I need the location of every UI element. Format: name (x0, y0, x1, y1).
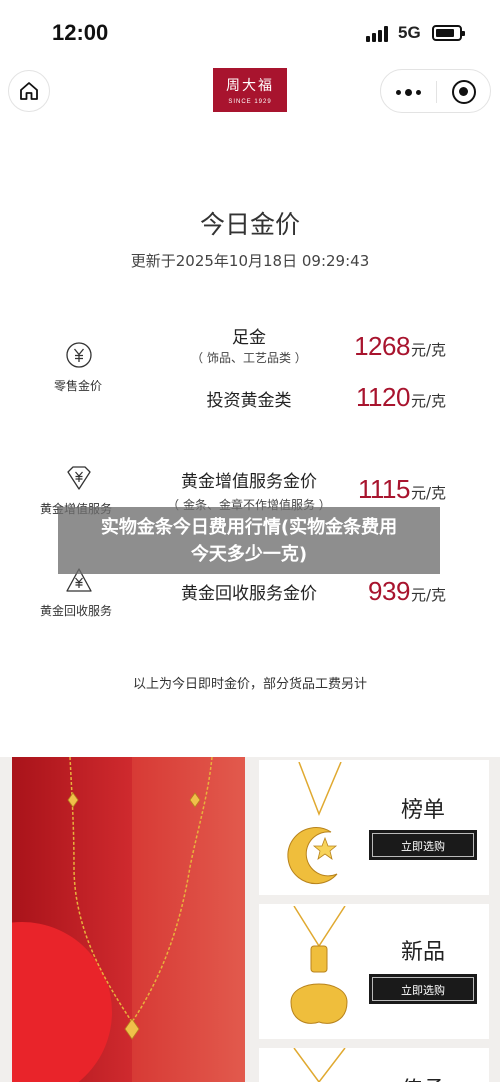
price-value: 1115元/克 (358, 474, 446, 505)
price-unit: 元/克 (410, 586, 446, 604)
battery-icon (432, 25, 465, 41)
price-unit: 元/克 (410, 341, 446, 359)
yuan-diamond-icon (67, 466, 91, 490)
home-icon (20, 82, 38, 100)
necklace-promo-image[interactable] (12, 757, 245, 1082)
card-title: 传承 (401, 1072, 445, 1082)
category-label-recycle: 黄金回收服务 (40, 604, 113, 618)
home-button[interactable] (8, 70, 50, 112)
update-time: 更新于2025年10月18日 09:29:43 (130, 252, 370, 270)
overlay-line-1: 实物金条今日费用行情(实物金条费用 (100, 517, 398, 538)
price-number: 939 (368, 576, 410, 606)
gold-moon-pendant-icon (287, 762, 342, 885)
card-new[interactable]: 新品 立即选购 (259, 904, 489, 1039)
overlay-line-2: 今天多少一克) (190, 544, 308, 565)
gold-lock-pendant-icon (290, 906, 348, 1024)
buy-now-button[interactable]: 立即选购 (369, 974, 477, 1004)
price-number: 1268 (354, 331, 410, 361)
product-banner: 榜单 立即选购 新品 立即选购 传承 (0, 757, 500, 1082)
price-value: 939元/克 (368, 576, 446, 607)
price-unit: 元/克 (410, 484, 446, 502)
card-ranking[interactable]: 榜单 立即选购 (259, 760, 489, 895)
product-name: 投资黄金类 (206, 391, 292, 411)
status-bar: 12:00 5G (0, 0, 500, 62)
miniprogram-capsule (380, 69, 491, 113)
card-title: 榜单 (401, 798, 446, 823)
price-number: 1120 (356, 382, 410, 412)
article-title-overlay: 实物金条今日费用行情(实物金条费用 今天多少一克) (58, 507, 440, 574)
close-miniprogram-icon[interactable] (452, 80, 476, 104)
category-label-retail: 零售金价 (54, 379, 103, 393)
brand-logo: 周大福 SINCE 1929 (213, 68, 287, 112)
card-title: 新品 (401, 940, 446, 965)
gold-pendant-icon (293, 1048, 346, 1082)
price-number: 1115 (357, 474, 410, 504)
capsule-divider (436, 81, 437, 103)
price-value: 1120元/克 (356, 382, 446, 413)
gold-necklace-icon (67, 757, 213, 1040)
price-footnote: 以上为今日即时金价，部分货品工费另计 (132, 677, 367, 692)
more-icon[interactable] (396, 82, 422, 102)
product-note: （ 饰品、工艺品类 ） (191, 351, 307, 365)
logo-text: 周大福 (226, 78, 274, 94)
signal-icon (366, 26, 390, 42)
product-name: 黄金增值服务金价 (181, 472, 317, 492)
buy-now-button[interactable]: 立即选购 (369, 830, 477, 860)
price-value: 1268元/克 (354, 331, 446, 362)
price-unit: 元/克 (410, 392, 446, 410)
card-heritage[interactable]: 传承 (259, 1048, 489, 1082)
product-name: 足金 (232, 328, 266, 348)
status-time: 12:00 (52, 20, 109, 45)
price-title: 今日金价 (199, 210, 300, 239)
network-label: 5G (398, 23, 421, 42)
product-name: 黄金回收服务金价 (181, 584, 317, 604)
logo-since: SINCE 1929 (228, 99, 272, 105)
yuan-circle-icon (66, 342, 92, 368)
